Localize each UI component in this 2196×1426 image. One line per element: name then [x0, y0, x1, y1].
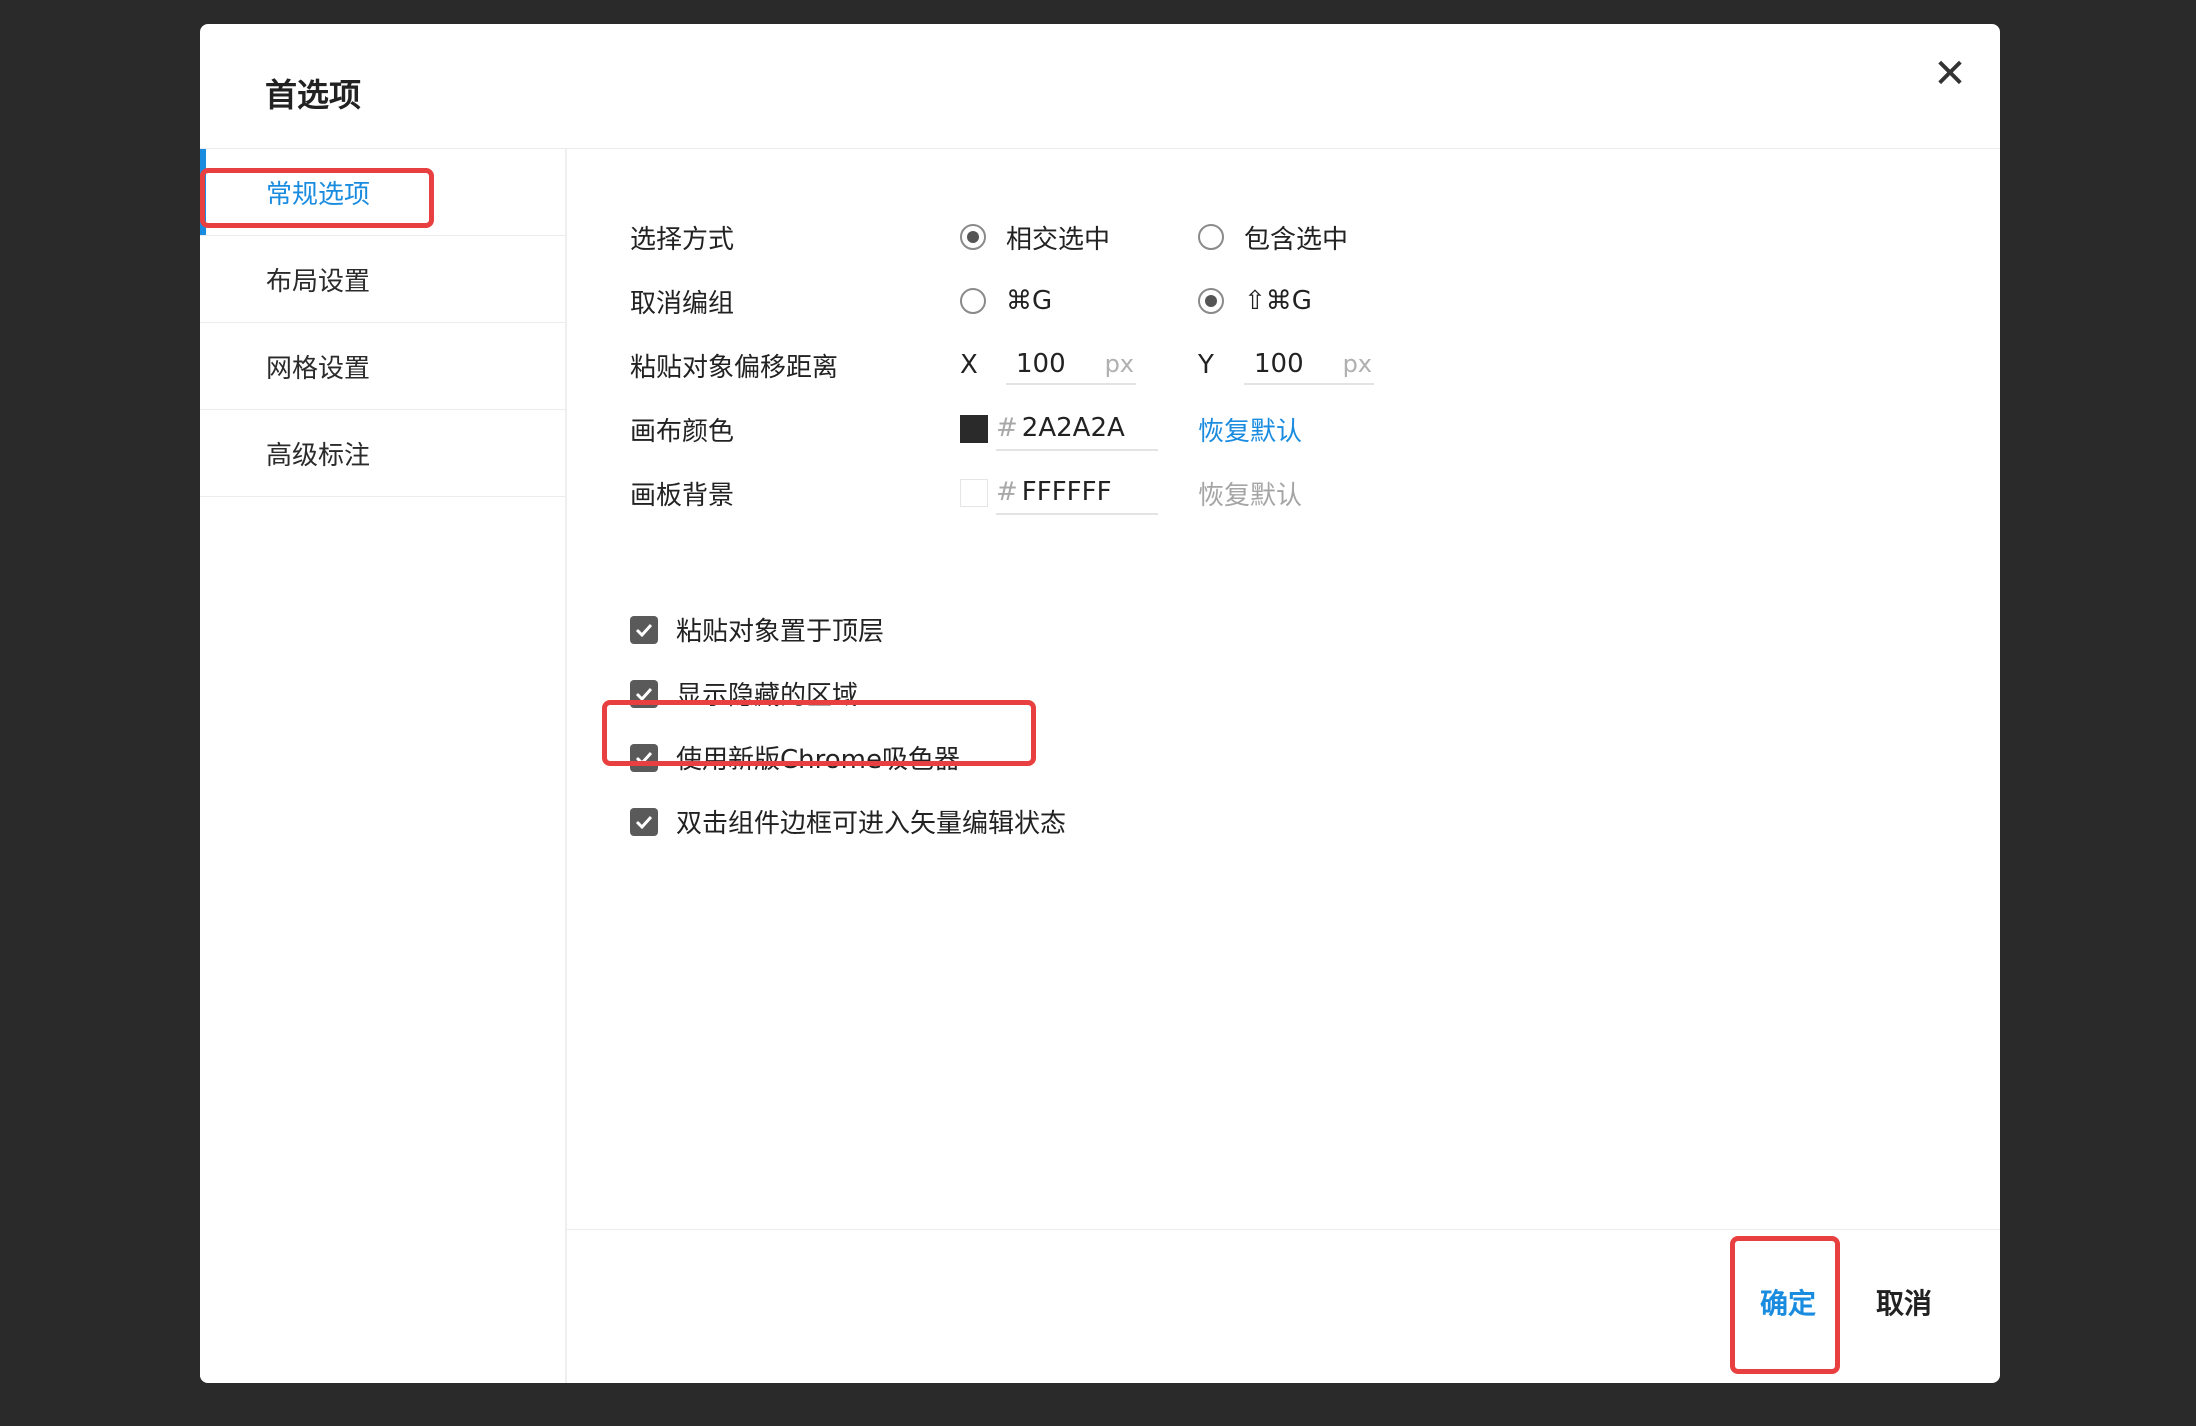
- checkbox-label: 显示隐藏的区域: [676, 681, 859, 711]
- x-axis-label: X: [960, 350, 978, 380]
- canvas-color-reset-link[interactable]: 恢复默认: [1198, 411, 1302, 448]
- check-icon: [630, 615, 658, 644]
- canvas-color-input[interactable]: # 2A2A2A: [996, 407, 1158, 451]
- artboard-bg-reset-link[interactable]: 恢复默认: [1198, 475, 1302, 512]
- offset-x-value: 100: [1016, 349, 1066, 379]
- checkbox-dblclick-vector-edit[interactable]: 双击组件边框可进入矢量编辑状态: [630, 803, 1066, 840]
- cancel-button[interactable]: 取消: [1876, 1282, 1932, 1322]
- sidebar-item-label: 网格设置: [266, 353, 371, 384]
- checkbox-label: 粘贴对象置于顶层: [676, 617, 885, 647]
- radio-shift-cmd-g[interactable]: ⇧⌘G: [1198, 286, 1312, 316]
- selection-mode-label: 选择方式: [630, 224, 735, 255]
- offset-y-value: 100: [1254, 349, 1304, 379]
- radio-label: ⇧⌘G: [1244, 286, 1312, 316]
- paste-offset-row: 粘贴对象偏移距离 X 100 px Y 100 px: [630, 345, 1374, 385]
- radio-cmd-g[interactable]: ⌘G: [960, 286, 1198, 316]
- unit-label: px: [1342, 350, 1372, 378]
- sidebar-item-label: 常规选项: [266, 179, 371, 210]
- radio-label: 相交选中: [1006, 224, 1111, 255]
- checkbox-paste-on-top[interactable]: 粘贴对象置于顶层: [630, 611, 884, 648]
- radio-intersect[interactable]: 相交选中: [960, 219, 1198, 256]
- ungroup-row: 取消编组 ⌘G ⇧⌘G: [630, 281, 1312, 321]
- footer-divider: [567, 1229, 2000, 1230]
- sidebar-item-layout[interactable]: 布局设置: [200, 236, 565, 323]
- artboard-bg-row: 画板背景 # FFFFFF 恢复默认: [630, 471, 1302, 515]
- checkbox-chrome-eyedropper[interactable]: 使用新版Chrome吸色器: [630, 739, 960, 776]
- general-settings-panel: 选择方式 相交选中 包含选中 取消编组 ⌘G ⇧⌘G 粘贴对象偏移距离 X 10…: [567, 149, 2000, 1383]
- sidebar-item-grid[interactable]: 网格设置: [200, 323, 565, 410]
- radio-unchecked-icon: [1198, 224, 1224, 250]
- radio-contain[interactable]: 包含选中: [1198, 219, 1348, 256]
- y-axis-label: Y: [1198, 350, 1214, 380]
- close-icon: ✕: [1933, 51, 1967, 97]
- check-icon: [630, 807, 658, 836]
- canvas-color-swatch[interactable]: [960, 415, 988, 443]
- checkbox-label: 使用新版Chrome吸色器: [676, 745, 960, 775]
- artboard-bg-swatch[interactable]: [960, 479, 988, 507]
- check-icon: [630, 743, 658, 772]
- radio-unchecked-icon: [960, 288, 986, 314]
- paste-offset-label: 粘贴对象偏移距离: [630, 352, 839, 383]
- dialog-title: 首选项: [265, 76, 362, 114]
- preferences-dialog: 首选项 ✕ 常规选项 布局设置 网格设置 高级标注 选择方式 相交选中 包含选中: [200, 24, 2000, 1383]
- check-icon: [630, 679, 658, 708]
- checkbox-show-hidden[interactable]: 显示隐藏的区域: [630, 675, 858, 712]
- canvas-color-label: 画布颜色: [630, 416, 735, 447]
- hash-sign: #: [996, 413, 1018, 443]
- hash-sign: #: [996, 477, 1018, 507]
- canvas-color-row: 画布颜色 # 2A2A2A 恢复默认: [630, 407, 1302, 451]
- sidebar-item-general[interactable]: 常规选项: [200, 149, 565, 236]
- checkbox-label: 双击组件边框可进入矢量编辑状态: [676, 809, 1067, 839]
- radio-label: ⌘G: [1006, 286, 1053, 316]
- artboard-bg-value: FFFFFF: [1021, 477, 1112, 507]
- close-button[interactable]: ✕: [1928, 51, 1972, 97]
- sidebar: 常规选项 布局设置 网格设置 高级标注: [200, 149, 567, 1383]
- sidebar-item-annotation[interactable]: 高级标注: [200, 410, 565, 497]
- radio-label: 包含选中: [1244, 224, 1349, 255]
- sidebar-item-label: 高级标注: [266, 440, 371, 471]
- selection-mode-row: 选择方式 相交选中 包含选中: [630, 217, 1348, 257]
- radio-checked-icon: [1198, 288, 1224, 314]
- canvas-color-value: 2A2A2A: [1021, 413, 1125, 443]
- ok-button[interactable]: 确定: [1760, 1282, 1816, 1322]
- ungroup-label: 取消编组: [630, 288, 735, 319]
- unit-label: px: [1104, 350, 1134, 378]
- offset-y-input[interactable]: 100 px: [1244, 345, 1374, 385]
- radio-checked-icon: [960, 224, 986, 250]
- artboard-bg-input[interactable]: # FFFFFF: [996, 471, 1158, 515]
- artboard-bg-label: 画板背景: [630, 480, 735, 511]
- offset-x-input[interactable]: 100 px: [1006, 345, 1136, 385]
- sidebar-item-label: 布局设置: [266, 266, 371, 297]
